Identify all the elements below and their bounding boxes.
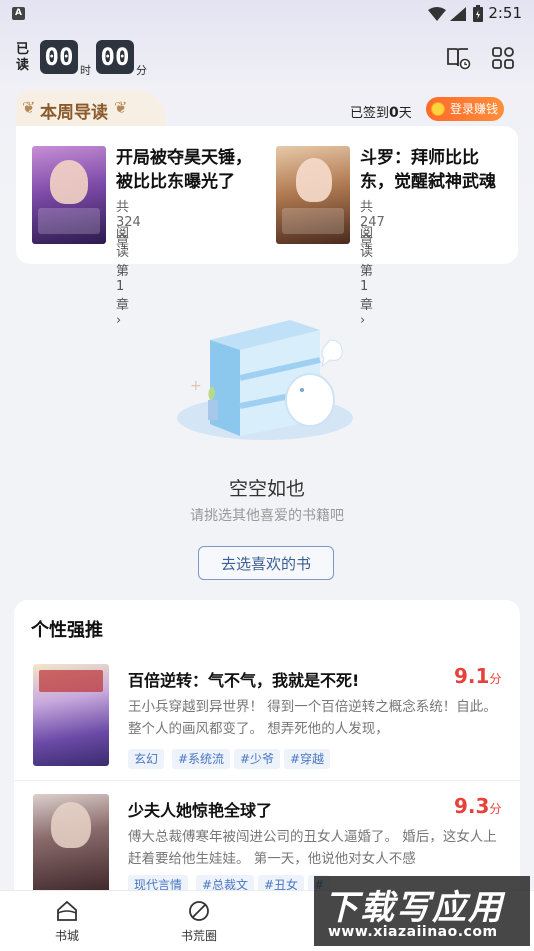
read-link-label-2: 阅读第1章 (360, 226, 374, 313)
login-earn-label: 登录赚钱 (450, 102, 499, 116)
empty-subtitle: 请挑选其他喜爱的书籍吧 (190, 508, 344, 524)
recommend-title: 个性强推 (31, 620, 103, 641)
score-unit-1: 分 (489, 672, 502, 686)
signal-icon (450, 7, 466, 21)
read-minutes: 00 (96, 40, 134, 74)
recommend-desc-2: 傅大总裁傅寒年被闯进公司的丑女人逼婚了。 婚后，这女人上赶着要给他生娃娃。 第一… (128, 829, 497, 867)
watermark-title: 下载写应用 (324, 888, 504, 928)
score-unit-2: 分 (489, 802, 502, 816)
signin-prefix: 已签到 (350, 106, 390, 121)
notification-icon: A (12, 7, 25, 20)
recommend-score-1: 9.1分 (454, 664, 501, 688)
chevron-right-icon: › (360, 313, 366, 328)
nav-bookstore[interactable]: 书城 (32, 899, 102, 944)
recommend-section: 个性强推 百倍逆转：气不气，我就是不死! 9.1分 王小兵穿越到异世界！ 得到一… (14, 600, 520, 900)
read-hours: 00 (40, 40, 78, 74)
nav-book-circle[interactable]: 书荒圈 (164, 899, 234, 944)
tag[interactable]: #少爷 (234, 749, 281, 769)
recommend-title-2: 少夫人她惊艳全球了 (128, 801, 273, 820)
recommend-item-1[interactable]: 百倍逆转：气不气，我就是不死! 9.1分 王小兵穿越到异世界！ 得到一个百倍逆转… (14, 664, 520, 784)
recommend-score-2: 9.3分 (454, 794, 501, 818)
site-watermark: 下载写应用 www.xiazaiinao.com (314, 876, 530, 946)
weekly-book-read-link-1[interactable]: 阅读第1章 › (116, 222, 129, 328)
categories-icon[interactable] (490, 45, 516, 71)
empty-title: 空空如也 (228, 478, 305, 500)
read-time-label: 已读 (16, 42, 30, 73)
recommend-cover-1[interactable] (33, 664, 109, 766)
signin-suffix: 天 (398, 106, 412, 121)
recommend-title-1: 百倍逆转：气不气，我就是不死! (128, 671, 360, 690)
battery-icon (473, 5, 483, 22)
svg-text:+: + (190, 378, 202, 394)
empty-bookshelf-illustration: + (177, 320, 353, 440)
score-value-2: 9.3 (454, 794, 490, 818)
planet-icon (189, 901, 209, 921)
home-icon (57, 900, 77, 921)
status-bar: A 2:51 (0, 0, 534, 28)
status-time: 2:51 (488, 4, 522, 22)
tag[interactable]: 玄幻 (128, 749, 165, 769)
weekly-guide-card: ❦ 本周导读 ❦ 已签到0天 登录赚钱 开局被夺昊天锤，被比比东曝光了 共324… (16, 90, 518, 328)
read-link-label-1: 阅读第1章 (116, 226, 130, 313)
login-earn-button[interactable]: 登录赚钱 (426, 97, 504, 121)
book-cover-1[interactable] (32, 146, 106, 244)
wifi-icon (428, 7, 446, 21)
recommend-cover-2[interactable] (33, 794, 109, 896)
score-value-1: 9.1 (454, 664, 490, 688)
nav-bookstore-label: 书城 (54, 929, 79, 943)
signin-days: 0 (389, 105, 399, 121)
tag[interactable]: #穿越 (284, 749, 331, 769)
tag[interactable]: #系统流 (172, 749, 231, 769)
row-divider (14, 780, 520, 781)
nav-book-circle-label: 书荒圈 (180, 929, 217, 943)
weekly-tab: ❦ 本周导读 ❦ (16, 90, 166, 130)
coin-icon (431, 102, 445, 116)
weekly-book-title-1: 开局被夺昊天锤，被比比东曝光了 (116, 148, 252, 192)
weekly-title: 本周导读 (40, 103, 108, 123)
recommend-desc-1: 王小兵穿越到异世界！ 得到一个百倍逆转之概念系统！自此。 整个人的画风都变了。 … (128, 699, 497, 737)
hours-unit: 时 (80, 64, 91, 77)
book-cover-2[interactable] (276, 146, 350, 244)
reading-history-icon[interactable] (445, 45, 471, 71)
laurel-right-icon: ❦ (114, 98, 128, 117)
watermark-url: www.xiazaiinao.com (328, 924, 498, 940)
laurel-left-icon: ❦ (22, 98, 36, 117)
weekly-book-read-link-2[interactable]: 阅读第1章 › (360, 222, 373, 328)
signin-status: 已签到0天 (350, 102, 412, 121)
chevron-right-icon: › (116, 313, 122, 328)
minutes-unit: 分 (136, 64, 147, 77)
pick-books-button[interactable]: 去选喜欢的书 (198, 546, 334, 580)
weekly-book-title-2: 斗罗：拜师比比东，觉醒弑神武魂 (360, 148, 496, 192)
